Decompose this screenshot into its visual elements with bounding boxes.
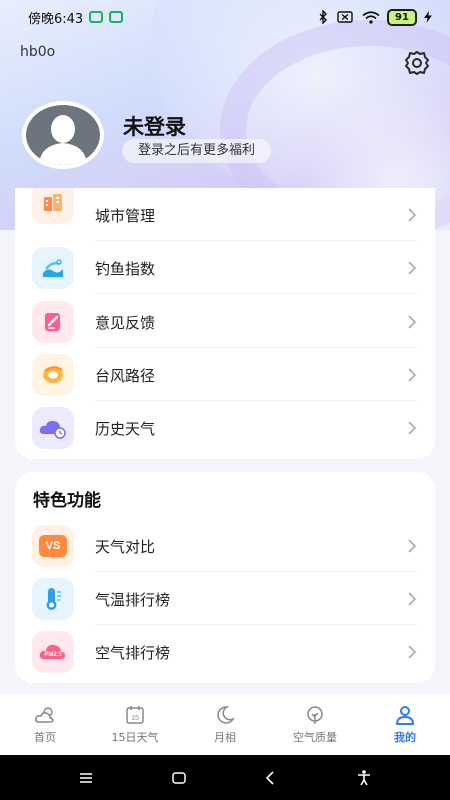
menu-item-label: 城市管理: [95, 207, 156, 225]
menu-item-label: 历史天气: [95, 420, 156, 438]
tab-moon-phase[interactable]: 月相: [180, 694, 270, 755]
chevron-right-icon: [408, 315, 417, 329]
default-avatar-icon: [39, 115, 87, 165]
settings-gear-icon[interactable]: [403, 49, 431, 77]
status-bar: 傍晚6:43 91: [0, 0, 450, 34]
menu-list-card: 城市管理 钓鱼指数 意见反馈 台风路径 历史天气: [15, 188, 435, 459]
system-nav-bar: [0, 755, 450, 800]
chevron-right-icon: [408, 421, 417, 435]
login-prompt[interactable]: 登录之后有更多福利: [122, 139, 272, 163]
menu-item-label: 台风路径: [95, 367, 156, 385]
air-quality-icon: PM2.5: [32, 631, 74, 673]
tab-label: 15日天气: [111, 731, 159, 744]
chevron-right-icon: [408, 261, 417, 275]
chevron-right-icon: [408, 539, 417, 553]
app-tag: hb0o: [20, 44, 56, 60]
thermometer-icon: [32, 578, 74, 620]
tab-home[interactable]: 首页: [0, 694, 90, 755]
menu-item-history-weather[interactable]: 历史天气: [15, 401, 435, 454]
typhoon-icon: [32, 354, 74, 396]
sim-off-icon: [337, 11, 353, 23]
charging-icon: [424, 11, 432, 23]
bottom-tab-bar: 首页 15 15日天气 月相 空气质量 我的: [0, 694, 450, 755]
profile-name[interactable]: 未登录: [123, 111, 186, 141]
status-time: 傍晚6:43: [28, 11, 84, 27]
battery-level: 91: [387, 8, 417, 26]
svg-text:15: 15: [131, 715, 139, 722]
tab-mine[interactable]: 我的: [360, 694, 450, 755]
back-icon[interactable]: [262, 769, 280, 787]
notification-app-icon: [89, 11, 104, 23]
menu-item-label: 意见反馈: [95, 314, 156, 332]
fishing-icon: [32, 247, 74, 289]
feature-item-temperature-ranking[interactable]: 气温排行榜: [15, 572, 435, 625]
wifi-icon: [362, 10, 380, 24]
home-weather-icon: [35, 707, 54, 723]
calendar-icon: 15: [126, 706, 144, 724]
chevron-right-icon: [408, 208, 417, 222]
air-icon-text: PM2.5: [44, 652, 62, 658]
user-icon: [396, 706, 414, 725]
city-icon: [32, 188, 74, 224]
menu-item-typhoon-path[interactable]: 台风路径: [15, 348, 435, 401]
chevron-right-icon: [408, 368, 417, 382]
vs-icon: VS: [32, 525, 74, 567]
tab-label: 首页: [34, 731, 56, 744]
tab-15-day[interactable]: 15 15日天气: [90, 694, 180, 755]
leaf-icon: [307, 706, 323, 724]
tab-label: 月相: [214, 731, 236, 744]
home-button-icon[interactable]: [170, 769, 188, 787]
menu-item-city-management[interactable]: 城市管理: [15, 188, 435, 241]
tab-label: 空气质量: [293, 731, 337, 744]
menu-icon[interactable]: [77, 769, 95, 787]
tab-air-quality[interactable]: 空气质量: [270, 694, 360, 755]
notification-app-icon: [109, 11, 124, 23]
avatar[interactable]: [22, 101, 104, 169]
features-title: 特色功能: [33, 491, 101, 511]
chevron-right-icon: [408, 592, 417, 606]
menu-item-fishing-index[interactable]: 钓鱼指数: [15, 241, 435, 294]
bluetooth-icon: [319, 10, 327, 24]
vs-icon-text: VS: [39, 535, 67, 557]
tab-label: 我的: [394, 731, 416, 744]
feature-item-label: 空气排行榜: [95, 644, 171, 662]
feedback-icon: [32, 301, 74, 343]
feature-item-air-ranking[interactable]: PM2.5 空气排行榜: [15, 625, 435, 678]
menu-item-feedback[interactable]: 意见反馈: [15, 295, 435, 348]
features-card: 特色功能 VS 天气对比 气温排行榜 PM2.5 空气排行榜: [15, 472, 435, 683]
accessibility-icon[interactable]: [355, 769, 373, 787]
chevron-right-icon: [408, 645, 417, 659]
feature-item-label: 气温排行榜: [95, 591, 171, 609]
feature-item-label: 天气对比: [95, 538, 156, 556]
history-weather-icon: [32, 407, 74, 449]
feature-item-weather-compare[interactable]: VS 天气对比: [15, 519, 435, 572]
moon-icon: [217, 706, 235, 724]
menu-item-label: 钓鱼指数: [95, 260, 156, 278]
